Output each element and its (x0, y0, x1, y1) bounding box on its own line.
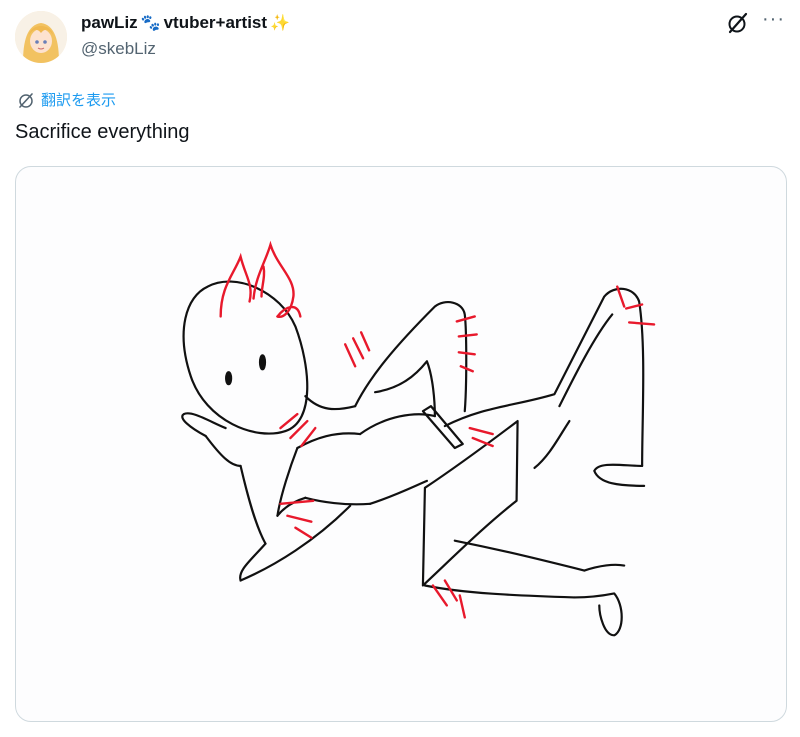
translate-link[interactable]: 翻訳を表示 (17, 89, 116, 110)
translate-label[interactable]: 翻訳を表示 (41, 89, 116, 110)
translate-icon (19, 92, 33, 108)
author-name-suffix[interactable]: vtuber+artist (164, 13, 267, 33)
tweet-text: Sacrifice everything (15, 121, 190, 143)
grok-icon[interactable] (726, 11, 750, 35)
stick-figure-drawing (181, 240, 656, 637)
author-handle[interactable]: @skebLiz (81, 39, 156, 59)
avatar-image (15, 11, 67, 63)
paw-icon: 🐾 (140, 15, 161, 32)
author-name-line[interactable]: pawLiz 🐾 vtuber+artist ✨ (81, 13, 290, 33)
tweet-media[interactable] (15, 166, 787, 722)
sparkle-icon: ✨ (270, 15, 290, 32)
tweet: pawLiz 🐾 vtuber+artist ✨ @skebLiz ··· 翻訳… (0, 0, 800, 737)
avatar[interactable] (15, 11, 67, 63)
author-display-name[interactable]: pawLiz (81, 13, 138, 33)
more-options-button[interactable]: ··· (762, 8, 785, 31)
